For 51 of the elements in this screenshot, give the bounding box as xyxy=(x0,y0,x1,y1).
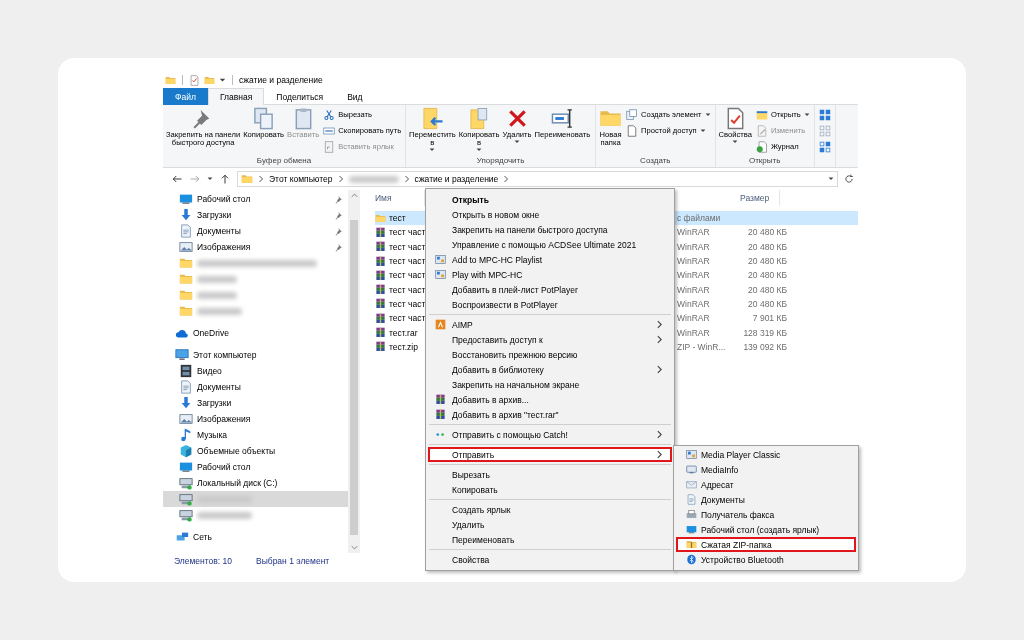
file-name: тест част xyxy=(389,256,426,267)
file-name: тест част xyxy=(389,284,426,295)
file-size: 20 480 КБ xyxy=(747,226,788,240)
nav-label: Изображения xyxy=(197,242,251,252)
file-name: тест част xyxy=(389,298,426,309)
file-name: тест xyxy=(389,213,406,224)
file-size: 128 319 КБ xyxy=(742,326,788,340)
nav-label: Объемные объекты xyxy=(197,446,276,456)
file-name: тест част xyxy=(389,270,426,281)
nav-label: OneDrive xyxy=(193,328,229,338)
nav-label: Загрузки xyxy=(197,210,232,220)
file-type: WinRAR xyxy=(677,326,711,340)
file-type: WinRAR xyxy=(677,255,711,269)
nav-label: Этот компьютер xyxy=(193,350,257,360)
nav-label: Рабочий стол xyxy=(197,462,251,472)
nav-label: Видео xyxy=(197,366,222,376)
file-type: WinRAR xyxy=(677,269,711,283)
group-label: Открыть xyxy=(747,156,782,167)
file-type: WinRAR xyxy=(677,283,711,297)
file-size: 7 901 КБ xyxy=(751,312,788,326)
nav-label: Документы xyxy=(197,382,241,392)
file-name: тест.rar xyxy=(389,327,418,338)
status-text: Выбран 1 элемент xyxy=(256,555,330,566)
file-type: с файлами xyxy=(677,212,722,226)
window-title: сжатие и разделение xyxy=(239,75,323,85)
file-size: 20 480 КБ xyxy=(747,297,788,311)
file-size: 20 480 КБ xyxy=(747,240,788,254)
group-label: Создать xyxy=(639,156,672,167)
file-size: 139 092 КБ xyxy=(742,340,788,354)
group-label: Упорядочить xyxy=(475,156,526,167)
nav-label: Локальный диск (C:) xyxy=(197,478,278,488)
file-type: WinRAR xyxy=(677,312,711,326)
file-size: 20 480 КБ xyxy=(747,283,788,297)
file-name: тест част xyxy=(389,313,426,324)
nav-label: Сеть xyxy=(193,532,212,542)
file-name: тест част xyxy=(389,241,426,252)
file-type: ZIP - WinR... xyxy=(677,340,727,354)
nav-label: Загрузки xyxy=(197,398,232,408)
file-name: тест част xyxy=(389,227,426,238)
nav-label: Музыка xyxy=(197,430,228,440)
status-text: Элементов: 10 xyxy=(174,555,232,566)
file-type: WinRAR xyxy=(677,240,711,254)
file-type: WinRAR xyxy=(677,226,711,240)
group-label: Буфер обмена xyxy=(255,156,313,167)
nav-label: Документы xyxy=(197,226,241,236)
nav-label: Изображения xyxy=(197,414,251,424)
file-size: 20 480 КБ xyxy=(747,255,788,269)
file-type: WinRAR xyxy=(677,297,711,311)
file-size: 20 480 КБ xyxy=(747,269,788,283)
nav-label: Рабочий стол xyxy=(197,194,251,204)
file-name: тест.zip xyxy=(389,341,418,352)
